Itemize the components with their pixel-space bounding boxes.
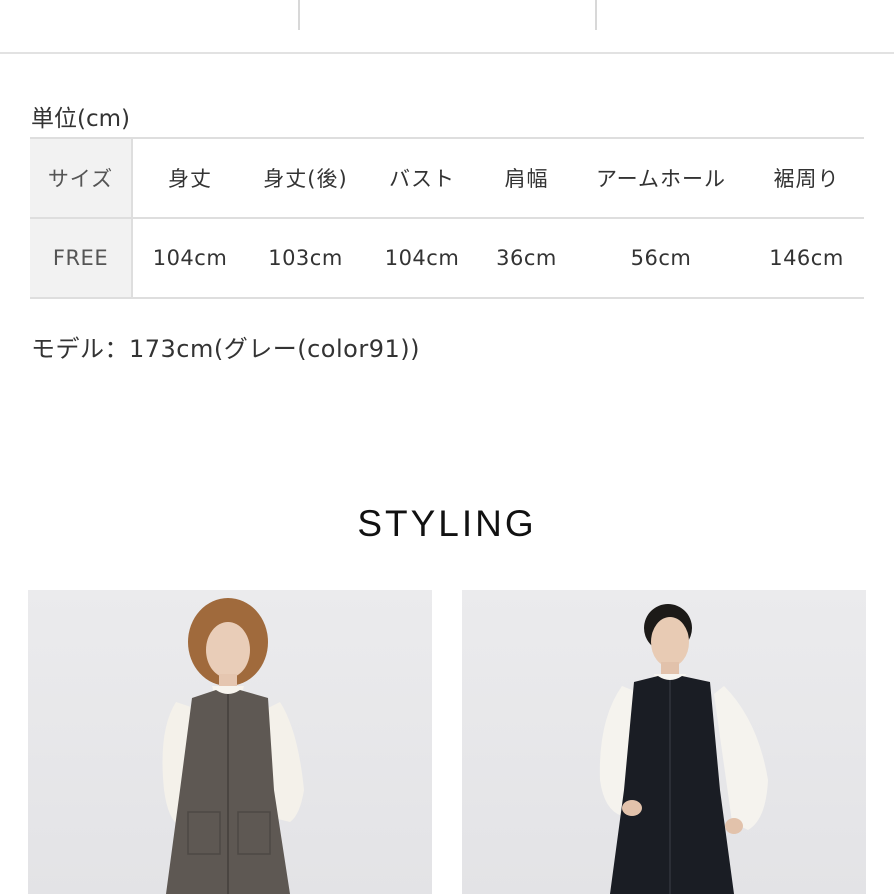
top-tab-strip <box>0 0 894 54</box>
styling-photo-black[interactable] <box>462 590 866 894</box>
table-row: FREE 104cm 103cm 104cm 36cm 56cm 146cm <box>30 217 864 299</box>
value-back-length: 103cm <box>247 217 364 299</box>
size-table: サイズ 身丈 身丈(後) バスト 肩幅 アームホール 裾周り FREE 104c… <box>30 137 864 299</box>
value-shoulder: 36cm <box>480 217 573 299</box>
value-length: 104cm <box>132 217 247 299</box>
model-figure-illustration <box>599 604 768 894</box>
model-figure-illustration <box>162 598 304 894</box>
header-armhole: アームホール <box>573 137 749 219</box>
header-back-length: 身丈(後) <box>247 137 364 219</box>
size-free: FREE <box>30 217 133 299</box>
size-table-header-row: サイズ 身丈 身丈(後) バスト 肩幅 アームホール 裾周り <box>30 137 864 219</box>
value-armhole: 56cm <box>573 217 749 299</box>
header-length: 身丈 <box>132 137 247 219</box>
tab-divider <box>595 0 597 30</box>
value-hem: 146cm <box>749 217 864 299</box>
styling-photo-grey[interactable] <box>28 590 432 894</box>
value-bust: 104cm <box>364 217 480 299</box>
unit-label: 単位(cm) <box>31 106 130 132</box>
header-size: サイズ <box>30 137 133 219</box>
tab-divider <box>298 0 300 30</box>
styling-heading: STYLING <box>357 503 537 544</box>
model-note: モデル：173cm(グレー(color91)) <box>31 335 420 363</box>
header-bust: バスト <box>364 137 480 219</box>
header-hem: 裾周り <box>749 137 864 219</box>
header-shoulder: 肩幅 <box>480 137 573 219</box>
